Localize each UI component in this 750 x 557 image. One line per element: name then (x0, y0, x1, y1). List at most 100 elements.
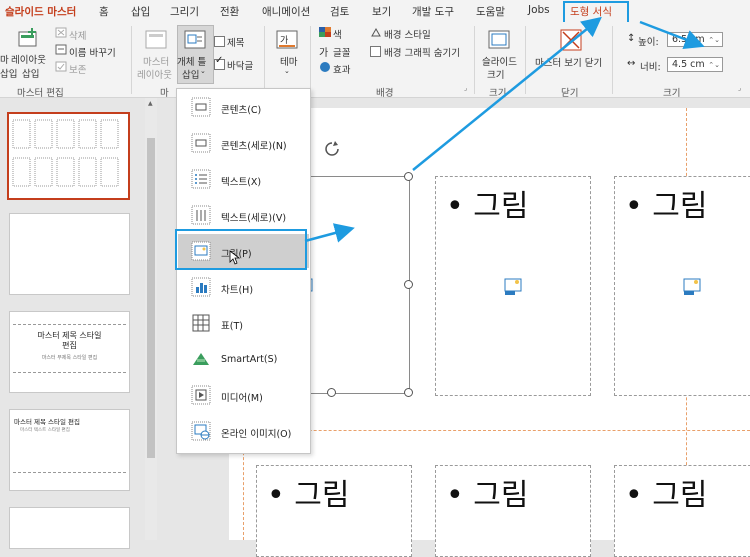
title-checkbox-label: 제목 (227, 38, 245, 49)
text-vertical-icon (191, 205, 211, 225)
group-label-master-edit: 마스터 편집 (17, 88, 64, 99)
menu-item-table[interactable]: 표(T) (178, 306, 309, 340)
thumbnail-scrollbar[interactable]: ▲ (145, 98, 157, 540)
master-layout-label-bottom[interactable]: 레이아웃 (137, 67, 172, 81)
tab-help[interactable]: 도움말 (476, 4, 505, 19)
delete-button[interactable]: 삭제 (69, 28, 86, 42)
chart-icon (191, 277, 211, 297)
table-icon (192, 314, 210, 332)
placeholder-text: • 그림 (446, 189, 529, 224)
width-input[interactable]: 4.5 cm ⌃⌄ (667, 57, 723, 72)
dialog-launcher-icon[interactable]: ⌟ (738, 84, 741, 92)
resize-handle[interactable] (327, 388, 336, 397)
close-master-view-icon[interactable] (560, 29, 582, 51)
separator (131, 26, 132, 94)
menu-item-text[interactable]: 텍스트(X) (178, 162, 309, 196)
tab-view[interactable]: 보기 (372, 4, 391, 19)
menu-item-smartart[interactable]: SmartArt(S) (178, 342, 309, 376)
slide-size-icon[interactable] (488, 30, 510, 50)
thumb-subtitle: 마스터 부제목 스타일 편집 (41, 355, 98, 361)
layout-thumbnail-1[interactable] (9, 213, 130, 295)
insert-master-label-bottom: 삽입 (0, 69, 18, 80)
colors-icon (319, 27, 331, 37)
footer-checkbox-label: 바닥글 (227, 61, 254, 72)
separator (474, 26, 475, 94)
insert-slide-master-icon[interactable] (18, 28, 38, 48)
picture-placeholder-icon[interactable] (682, 275, 704, 297)
theme-button[interactable]: 테마 (280, 54, 297, 68)
picture-placeholder[interactable]: • 그림 (614, 176, 750, 396)
picture-placeholder-icon[interactable] (503, 275, 525, 297)
layout-thumbnail-4[interactable] (9, 507, 130, 549)
height-input[interactable]: 6.5 cm ⌃⌄ (667, 32, 723, 47)
slide-size-label-bottom[interactable]: 크기 (487, 67, 504, 81)
background-styles-dropdown[interactable]: 배경 스타일 (384, 27, 431, 41)
layout-thumbnail-3[interactable]: 마스터 제목 스타일 편집 마스터 텍스트 스타일 편집 (9, 409, 130, 491)
content-vertical-icon (191, 133, 211, 153)
group-label-master-layout: 마 (160, 88, 169, 99)
separator (264, 26, 265, 94)
effects-icon (320, 62, 330, 72)
insert-placeholder-menu: 콘텐츠(C) 콘텐츠(세로)(N) 텍스트(X) 텍스트(세로)(V) 그림(P… (176, 88, 311, 454)
rotate-handle-icon[interactable] (324, 141, 340, 157)
title-checkbox[interactable] (214, 36, 225, 47)
picture-item-highlight-box (175, 229, 307, 270)
menu-item-text-vertical[interactable]: 텍스트(세로)(V) (178, 198, 309, 232)
menu-item-chart[interactable]: 차트(H) (178, 270, 309, 304)
background-styles-icon (371, 27, 381, 37)
theme-icon[interactable]: 가 (276, 30, 298, 50)
insert-layout-label-bottom[interactable]: 삽입 (22, 66, 39, 80)
menu-item-media[interactable]: 미디어(M) (178, 378, 309, 412)
scroll-up-icon[interactable]: ▲ (148, 100, 153, 107)
tab-animations[interactable]: 애니메이션 (262, 4, 310, 19)
insert-placeholder-icon (184, 30, 206, 49)
fonts-icon: 가 (319, 48, 329, 59)
resize-handle[interactable] (404, 172, 413, 181)
hide-background-checkbox[interactable] (370, 46, 381, 57)
spinner-icon[interactable]: ⌃⌄ (708, 33, 720, 47)
slide-size-label-top[interactable]: 슬라이드 (482, 54, 517, 68)
fonts-dropdown[interactable]: 글꼴 (333, 45, 350, 59)
tab-review[interactable]: 검토 (330, 4, 349, 19)
svg-text:가: 가 (280, 35, 288, 46)
rename-icon (55, 44, 67, 55)
scrollbar-thumb[interactable] (147, 138, 155, 458)
menu-item-content[interactable]: 콘텐츠(C) (178, 90, 309, 124)
spinner-icon[interactable]: ⌃⌄ (708, 58, 720, 72)
picture-placeholder[interactable]: • 그림 (256, 465, 412, 557)
master-layout-label-top[interactable]: 마스터 (143, 54, 169, 68)
colors-dropdown[interactable]: 색 (333, 27, 342, 41)
tab-jobs[interactable]: Jobs (528, 4, 550, 16)
chevron-down-icon: ⌄ (284, 67, 290, 75)
picture-placeholder[interactable]: • 그림 (435, 465, 591, 557)
close-master-view-button[interactable]: 마스터 보기 닫기 (535, 55, 602, 69)
master-thumbnail[interactable] (7, 112, 130, 200)
tab-home[interactable]: 홈 (99, 4, 109, 19)
menu-item-online-image[interactable]: 온라인 이미지(O) (178, 414, 309, 448)
menu-item-content-vertical[interactable]: 콘텐츠(세로)(N) (178, 126, 309, 160)
ribbon-tab-bar: 슬라이드 마스터 홈 삽입 그리기 전환 애니메이션 검토 보기 개발 도구 도… (0, 0, 750, 24)
dialog-launcher-icon[interactable]: ⌟ (464, 84, 467, 92)
tab-draw[interactable]: 그리기 (170, 4, 199, 19)
spacer-icon (22, 48, 23, 49)
tab-slide-master[interactable]: 슬라이드 마스터 (5, 4, 77, 24)
group-label-close: 닫기 (561, 88, 579, 99)
thumb4-title: 마스터 제목 스타일 편집 (14, 418, 80, 426)
picture-placeholder[interactable]: • 그림 (614, 465, 750, 557)
preserve-button[interactable]: 보존 (69, 62, 86, 76)
dotted-divider (13, 372, 126, 373)
insert-placeholder-label-top: 개체 틀 (177, 57, 207, 68)
shape-format-highlight-box (563, 1, 629, 24)
layout-thumbnail-2[interactable]: 마스터 제목 스타일 편집 마스터 부제목 스타일 편집 (9, 311, 130, 393)
tab-transitions[interactable]: 전환 (220, 4, 239, 19)
effects-dropdown[interactable]: 효과 (333, 62, 350, 76)
rename-button[interactable]: 이름 바꾸기 (69, 45, 116, 59)
tab-insert[interactable]: 삽입 (131, 4, 150, 19)
picture-placeholder[interactable]: • 그림 (435, 176, 591, 396)
resize-handle[interactable] (404, 388, 413, 397)
insert-layout-label-top[interactable]: 레이아웃 (11, 52, 46, 66)
resize-handle[interactable] (404, 280, 413, 289)
width-label: 너비: (640, 62, 661, 73)
group-label-size: 크기 (489, 88, 507, 99)
tab-developer[interactable]: 개발 도구 (412, 4, 454, 19)
